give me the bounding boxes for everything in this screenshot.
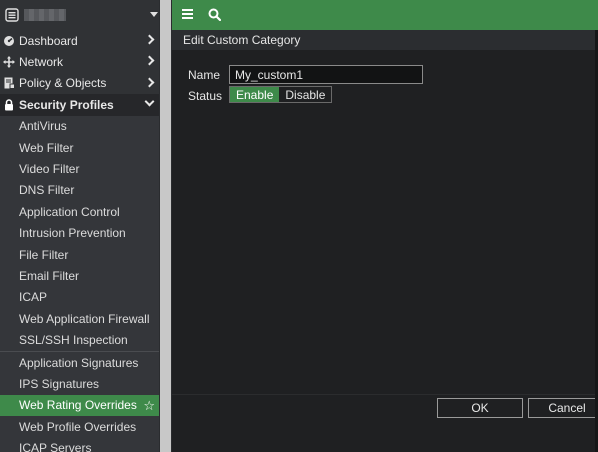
sidebar-subitem-web-rating-overrides[interactable]: Web Rating Overrides ☆	[0, 394, 159, 417]
sidebar-subitem-dns-filter[interactable]: DNS Filter	[0, 179, 159, 202]
sidebar-subitem-label: ICAP Servers	[19, 441, 92, 452]
policy-icon	[3, 77, 15, 90]
sidebar-subitem-antivirus[interactable]: AntiVirus	[0, 115, 159, 137]
sidebar-subitem-web-application-firewall[interactable]: Web Application Firewall	[0, 308, 159, 330]
device-name-blurred	[24, 9, 66, 21]
sidebar-subitem-label: Video Filter	[19, 162, 80, 177]
sidebar-subitem-web-profile-overrides[interactable]: Web Profile Overrides	[0, 416, 159, 438]
sidebar-item-label: Dashboard	[19, 33, 78, 48]
sidebar-subitem-label: SSL/SSH Inspection	[19, 333, 128, 348]
status-enable-option[interactable]: Enable	[230, 87, 280, 102]
sidebar-subitem-label: File Filter	[19, 247, 69, 262]
chevron-down-icon	[144, 96, 155, 107]
status-label: Status	[188, 89, 223, 103]
sidebar-subitem-file-filter[interactable]: File Filter	[0, 243, 159, 266]
nav-menu: Dashboard Network Policy & Objects Secur…	[0, 30, 159, 452]
sidebar-subitem-icap[interactable]: ICAP	[0, 286, 159, 309]
sidebar-item-label: Security Profiles	[19, 97, 114, 112]
status-disable-option[interactable]: Disable	[279, 87, 332, 102]
sidebar-subitem-application-signatures[interactable]: Application Signatures	[0, 351, 159, 374]
sidebar-item-dashboard[interactable]: Dashboard	[0, 30, 159, 51]
cancel-button[interactable]: Cancel	[528, 398, 598, 418]
network-icon	[3, 56, 15, 69]
ok-button[interactable]: OK	[437, 398, 523, 418]
chevron-down-icon[interactable]	[150, 12, 158, 17]
sidebar-subitem-label: Web Filter	[19, 140, 74, 155]
sidebar: Dashboard Network Policy & Objects Secur…	[0, 0, 172, 452]
sidebar-item-label: Network	[19, 55, 64, 70]
chevron-right-icon	[144, 77, 155, 88]
lock-icon	[3, 99, 15, 111]
device-selector[interactable]	[0, 0, 159, 30]
sidebar-subitem-label: Application Signatures	[19, 355, 139, 370]
chevron-right-icon	[144, 55, 155, 66]
dashboard-icon	[3, 35, 15, 47]
sidebar-subitem-intrusion-prevention[interactable]: Intrusion Prevention	[0, 222, 159, 244]
sidebar-item-security-profiles[interactable]: Security Profiles	[0, 94, 159, 116]
sidebar-subitem-icap-servers[interactable]: ICAP Servers	[0, 437, 159, 452]
chevron-right-icon	[144, 34, 155, 45]
sidebar-subitem-label: ICAP	[19, 290, 48, 305]
name-field[interactable]	[229, 65, 423, 84]
sidebar-subitem-label: IPS Signatures	[19, 376, 100, 391]
name-label: Name	[188, 68, 221, 82]
sidebar-subitem-label: Email Filter	[19, 268, 80, 283]
device-icon	[5, 8, 19, 22]
sidebar-item-label: Policy & Objects	[19, 76, 107, 91]
sidebar-subitem-label: Application Control	[19, 204, 120, 219]
panel-header: Edit Custom Category	[172, 30, 598, 50]
sidebar-subitem-web-filter[interactable]: Web Filter	[0, 136, 159, 159]
sidebar-subitem-ssl-ssh-inspection[interactable]: SSL/SSH Inspection	[0, 329, 159, 351]
sidebar-subitem-email-filter[interactable]: Email Filter	[0, 265, 159, 287]
sidebar-item-policy-objects[interactable]: Policy & Objects	[0, 73, 159, 94]
menu-icon[interactable]	[182, 9, 193, 19]
page-title: Edit Custom Category	[183, 33, 301, 47]
sidebar-subitem-ips-signatures[interactable]: IPS Signatures	[0, 373, 159, 395]
star-icon[interactable]: ☆	[143, 398, 155, 414]
status-toggle: Enable Disable	[229, 86, 333, 103]
sidebar-subitem-video-filter[interactable]: Video Filter	[0, 158, 159, 180]
sidebar-item-network[interactable]: Network	[0, 51, 159, 72]
sidebar-subitem-label: AntiVirus	[19, 119, 67, 134]
sidebar-scrollbar[interactable]	[159, 0, 172, 452]
top-bar	[172, 0, 598, 30]
sidebar-subitem-label: Web Profile Overrides	[19, 419, 137, 434]
sidebar-subitem-label: DNS Filter	[19, 183, 75, 198]
footer-divider	[172, 394, 598, 395]
sidebar-subitem-label: Web Rating Overrides	[19, 398, 137, 413]
search-icon[interactable]	[208, 8, 221, 21]
scrollbar-thumb[interactable]	[160, 0, 171, 452]
sidebar-subitem-label: Intrusion Prevention	[19, 226, 126, 241]
sidebar-subitem-label: Web Application Firewall	[19, 311, 150, 326]
edit-form	[172, 50, 598, 452]
sidebar-subitem-application-control[interactable]: Application Control	[0, 201, 159, 223]
